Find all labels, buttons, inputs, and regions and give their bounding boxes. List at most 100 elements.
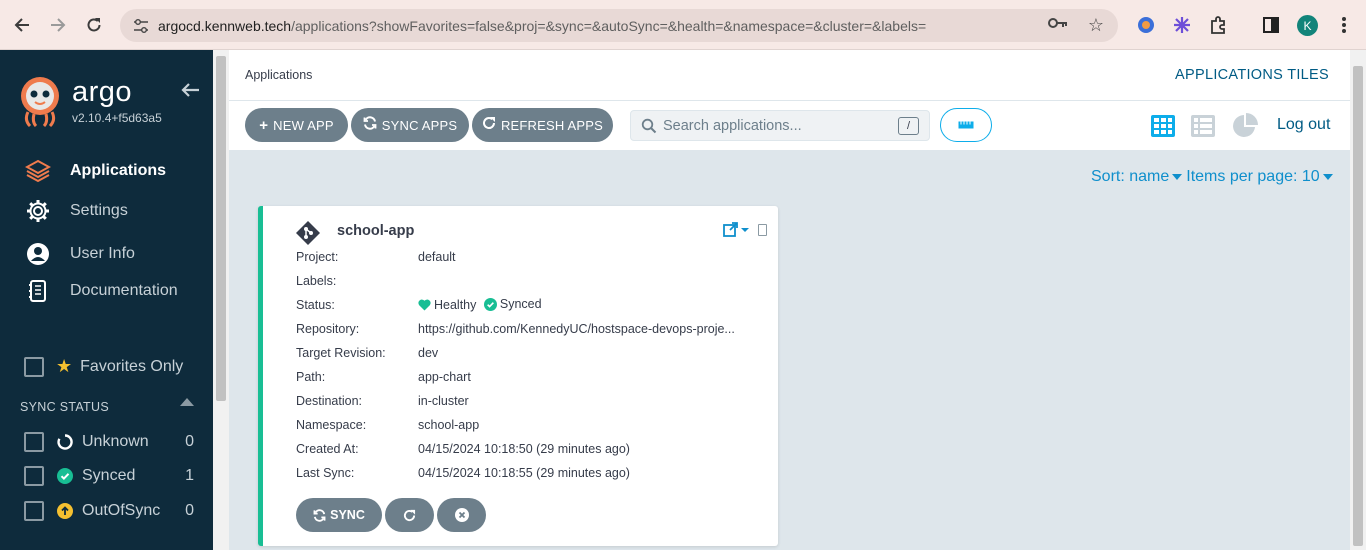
- site-settings-icon[interactable]: [132, 17, 150, 35]
- browser-toolbar: argocd.kennweb.tech/applications?showFav…: [0, 0, 1366, 50]
- sync-status-header: SYNC STATUS: [20, 400, 109, 414]
- forward-arrow-icon[interactable]: [45, 12, 71, 38]
- browser-menu-icon[interactable]: [1333, 14, 1355, 36]
- filter-checkbox[interactable]: [24, 466, 44, 486]
- field-label: Project:: [296, 250, 339, 264]
- new-app-button[interactable]: + NEW APP: [245, 108, 348, 142]
- sidebar-item-settings[interactable]: Settings: [24, 197, 128, 225]
- items-per-page-label: Items per page: 10: [1186, 168, 1320, 185]
- close-circle-icon: [454, 508, 469, 522]
- sidebar-item-documentation[interactable]: Documentation: [24, 277, 178, 305]
- delete-button[interactable]: [437, 498, 486, 532]
- external-link-icon[interactable]: [723, 222, 751, 240]
- version-label: v2.10.4+f5d63a5: [72, 111, 162, 125]
- chevron-down-icon: [1322, 173, 1333, 180]
- page-scrollbar[interactable]: [1350, 50, 1366, 550]
- sync-icon: [363, 116, 377, 134]
- password-key-icon[interactable]: [1048, 16, 1068, 35]
- list-view-icon[interactable]: [1190, 113, 1216, 139]
- filter-checkbox[interactable]: [24, 501, 44, 521]
- app-name[interactable]: school-app: [337, 223, 414, 239]
- argo-logo-icon[interactable]: [18, 76, 62, 128]
- sidebar-scrollbar[interactable]: [213, 50, 229, 550]
- search-input[interactable]: Search applications... /: [630, 110, 930, 141]
- field-label: Namespace:: [296, 418, 367, 432]
- side-panel-icon[interactable]: [1260, 14, 1282, 36]
- button-label: NEW APP: [273, 117, 334, 133]
- search-icon: [641, 118, 657, 133]
- refresh-apps-button[interactable]: REFRESH APPS: [472, 108, 613, 142]
- sync-filter-synced[interactable]: Synced 1: [24, 466, 194, 486]
- refresh-icon: [403, 509, 416, 521]
- field-label: Status:: [296, 298, 335, 312]
- filter-count: 0: [185, 433, 194, 450]
- chevron-down-icon: [1172, 173, 1183, 180]
- arrow-up-circle-icon: [56, 502, 74, 520]
- field-label: Destination:: [296, 394, 363, 408]
- field-label: Created At:: [296, 442, 359, 456]
- sync-filter-outofsync[interactable]: OutOfSync 0: [24, 501, 194, 521]
- heart-icon: [418, 299, 431, 310]
- button-label: SYNC APPS: [381, 117, 458, 133]
- address-bar[interactable]: argocd.kennweb.tech/applications?showFav…: [120, 9, 1118, 42]
- application-tile[interactable]: school-app Project: default Labels: Stat…: [258, 206, 778, 546]
- layers-icon: [24, 157, 52, 185]
- refresh-icon: [482, 116, 496, 134]
- field-label: Target Revision:: [296, 346, 386, 360]
- health-label: Healthy: [434, 297, 477, 312]
- refresh-button[interactable]: [385, 498, 434, 532]
- collapse-section-icon[interactable]: [180, 398, 194, 406]
- gear-icon: [24, 197, 52, 225]
- sidebar-item-label: Documentation: [70, 282, 178, 299]
- sort-controls: Sort: name Items per page: 10: [1091, 168, 1337, 186]
- favorites-checkbox[interactable]: [24, 356, 44, 377]
- path-value: app-chart: [418, 370, 471, 384]
- check-circle-icon: [56, 467, 74, 485]
- breadcrumb[interactable]: Applications: [245, 68, 312, 82]
- field-label: Labels:: [296, 274, 337, 288]
- sync-button[interactable]: SYNC: [296, 498, 382, 532]
- reload-icon[interactable]: [81, 12, 107, 38]
- filters-toggle-button[interactable]: [940, 108, 992, 142]
- filter-label: Synced: [82, 467, 136, 484]
- filter-label: Unknown: [82, 433, 149, 450]
- button-label: SYNC: [330, 508, 365, 522]
- sync-apps-button[interactable]: SYNC APPS: [351, 108, 469, 142]
- scrollbar-thumb[interactable]: [216, 56, 226, 401]
- brand-name: argo: [72, 76, 133, 108]
- project-value: default: [418, 250, 456, 264]
- sidebar: argo v2.10.4+f5d63a5 Applications Settin…: [0, 50, 213, 550]
- scrollbar-thumb[interactable]: [1353, 66, 1363, 546]
- favorites-label: Favorites Only: [80, 357, 184, 375]
- search-shortcut: /: [898, 116, 919, 135]
- favorite-toggle-icon[interactable]: [758, 224, 767, 236]
- sidebar-item-user-info[interactable]: User Info: [24, 240, 135, 268]
- profile-avatar[interactable]: K: [1297, 15, 1318, 36]
- back-arrow-icon[interactable]: [9, 12, 35, 38]
- filter-count: 1: [185, 467, 194, 484]
- sync-filter-unknown[interactable]: Unknown 0: [24, 432, 194, 452]
- favorites-only-filter[interactable]: ★ Favorites Only: [24, 356, 183, 377]
- tiles-view-icon[interactable]: [1150, 113, 1176, 139]
- sort-dropdown[interactable]: Sort: name: [1091, 168, 1186, 185]
- applications-toolbar: + NEW APP SYNC APPS REFRESH APPS Search a…: [229, 101, 1350, 151]
- pie-chart-view-icon[interactable]: [1232, 113, 1258, 139]
- logout-link[interactable]: Log out: [1277, 116, 1330, 134]
- plus-icon: +: [259, 116, 269, 134]
- user-icon: [24, 240, 52, 268]
- created-at-value: 04/15/2024 10:18:50 (29 minutes ago): [418, 442, 630, 456]
- status-value: Healthy Synced: [418, 297, 542, 314]
- page-header: Applications APPLICATIONS TILES: [229, 50, 1350, 101]
- extension-purple-icon[interactable]: [1171, 14, 1193, 36]
- search-placeholder: Search applications...: [663, 117, 802, 134]
- items-per-page-dropdown[interactable]: Items per page: 10: [1186, 168, 1336, 185]
- field-label: Last Sync:: [296, 466, 355, 480]
- extension-blue-icon[interactable]: [1135, 14, 1157, 36]
- sidebar-item-applications[interactable]: Applications: [24, 157, 166, 185]
- filter-checkbox[interactable]: [24, 432, 44, 452]
- puzzle-extensions-icon[interactable]: [1207, 14, 1229, 36]
- field-label: Path:: [296, 370, 326, 384]
- page-title: APPLICATIONS TILES: [1175, 67, 1329, 83]
- bookmark-star-icon[interactable]: ☆: [1088, 15, 1104, 36]
- collapse-sidebar-icon[interactable]: [180, 78, 200, 104]
